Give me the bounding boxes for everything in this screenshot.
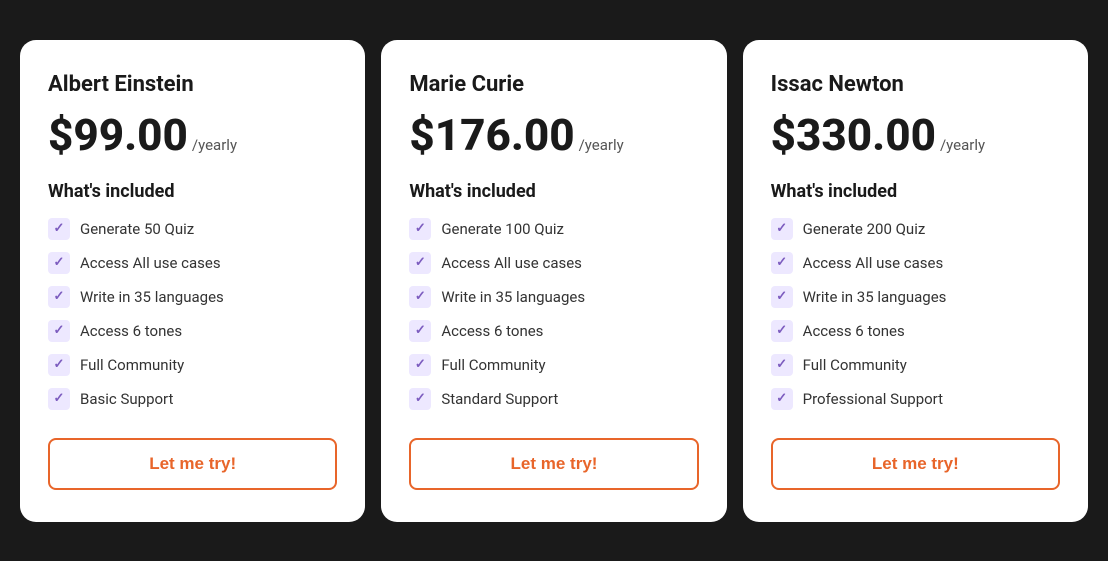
checkmark-icon <box>409 388 431 410</box>
feature-text: Generate 100 Quiz <box>441 220 564 238</box>
feature-item: Write in 35 languages <box>771 286 1060 308</box>
checkmark-icon <box>409 286 431 308</box>
pricing-container: Albert Einstein $99.00/yearly What's inclu… <box>20 40 1088 522</box>
feature-item: Generate 100 Quiz <box>409 218 698 240</box>
feature-item: Full Community <box>771 354 1060 376</box>
feature-item: Write in 35 languages <box>48 286 337 308</box>
price-period: /yearly <box>579 136 624 154</box>
cta-button[interactable]: Let me try! <box>48 438 337 490</box>
feature-text: Access 6 tones <box>441 322 543 340</box>
feature-text: Basic Support <box>80 390 173 408</box>
checkmark-icon <box>771 252 793 274</box>
feature-item: Generate 50 Quiz <box>48 218 337 240</box>
feature-text: Standard Support <box>441 390 558 408</box>
feature-text: Access All use cases <box>80 254 221 272</box>
feature-text: Write in 35 languages <box>80 288 224 306</box>
plan-name: Albert Einstein <box>48 72 337 97</box>
checkmark-icon <box>48 252 70 274</box>
feature-text: Full Community <box>803 356 907 374</box>
feature-text: Generate 50 Quiz <box>80 220 194 238</box>
feature-item: Full Community <box>409 354 698 376</box>
features-list: Generate 100 Quiz Access All use cases Wri… <box>409 218 698 410</box>
features-list: Generate 200 Quiz Access All use cases Wri… <box>771 218 1060 410</box>
checkmark-icon <box>771 218 793 240</box>
checkmark-icon <box>48 320 70 342</box>
feature-text: Full Community <box>441 356 545 374</box>
checkmark-icon <box>409 252 431 274</box>
checkmark-icon <box>48 354 70 376</box>
checkmark-icon <box>771 286 793 308</box>
feature-text: Access All use cases <box>803 254 944 272</box>
feature-item: Access All use cases <box>409 252 698 274</box>
feature-item: Access 6 tones <box>48 320 337 342</box>
included-title: What's included <box>48 181 337 202</box>
price-period: /yearly <box>940 136 985 154</box>
price-amount: $330.00 <box>771 113 936 157</box>
feature-text: Access 6 tones <box>80 322 182 340</box>
feature-text: Full Community <box>80 356 184 374</box>
plan-name: Issac Newton <box>771 72 1060 97</box>
feature-item: Access 6 tones <box>771 320 1060 342</box>
cta-button[interactable]: Let me try! <box>771 438 1060 490</box>
included-title: What's included <box>409 181 698 202</box>
checkmark-icon <box>48 218 70 240</box>
feature-item: Access All use cases <box>48 252 337 274</box>
feature-text: Generate 200 Quiz <box>803 220 926 238</box>
feature-item: Write in 35 languages <box>409 286 698 308</box>
feature-text: Professional Support <box>803 390 943 408</box>
checkmark-icon <box>771 388 793 410</box>
feature-text: Access 6 tones <box>803 322 905 340</box>
checkmark-icon <box>409 320 431 342</box>
price-row: $176.00/yearly <box>409 113 698 157</box>
checkmark-icon <box>771 354 793 376</box>
pricing-card-issac-newton: Issac Newton $330.00/yearly What's include… <box>743 40 1088 522</box>
feature-text: Access All use cases <box>441 254 582 272</box>
pricing-card-albert-einstein: Albert Einstein $99.00/yearly What's inclu… <box>20 40 365 522</box>
plan-name: Marie Curie <box>409 72 698 97</box>
checkmark-icon <box>409 354 431 376</box>
included-title: What's included <box>771 181 1060 202</box>
features-list: Generate 50 Quiz Access All use cases Writ… <box>48 218 337 410</box>
price-amount: $99.00 <box>48 113 188 157</box>
feature-item: Professional Support <box>771 388 1060 410</box>
checkmark-icon <box>771 320 793 342</box>
feature-text: Write in 35 languages <box>803 288 947 306</box>
price-row: $99.00/yearly <box>48 113 337 157</box>
cta-button[interactable]: Let me try! <box>409 438 698 490</box>
price-amount: $176.00 <box>409 113 574 157</box>
checkmark-icon <box>48 388 70 410</box>
checkmark-icon <box>409 218 431 240</box>
price-row: $330.00/yearly <box>771 113 1060 157</box>
pricing-card-marie-curie: Marie Curie $176.00/yearly What's included… <box>381 40 726 522</box>
feature-text: Write in 35 languages <box>441 288 585 306</box>
price-period: /yearly <box>192 136 237 154</box>
feature-item: Generate 200 Quiz <box>771 218 1060 240</box>
feature-item: Access All use cases <box>771 252 1060 274</box>
checkmark-icon <box>48 286 70 308</box>
feature-item: Full Community <box>48 354 337 376</box>
feature-item: Access 6 tones <box>409 320 698 342</box>
feature-item: Standard Support <box>409 388 698 410</box>
feature-item: Basic Support <box>48 388 337 410</box>
